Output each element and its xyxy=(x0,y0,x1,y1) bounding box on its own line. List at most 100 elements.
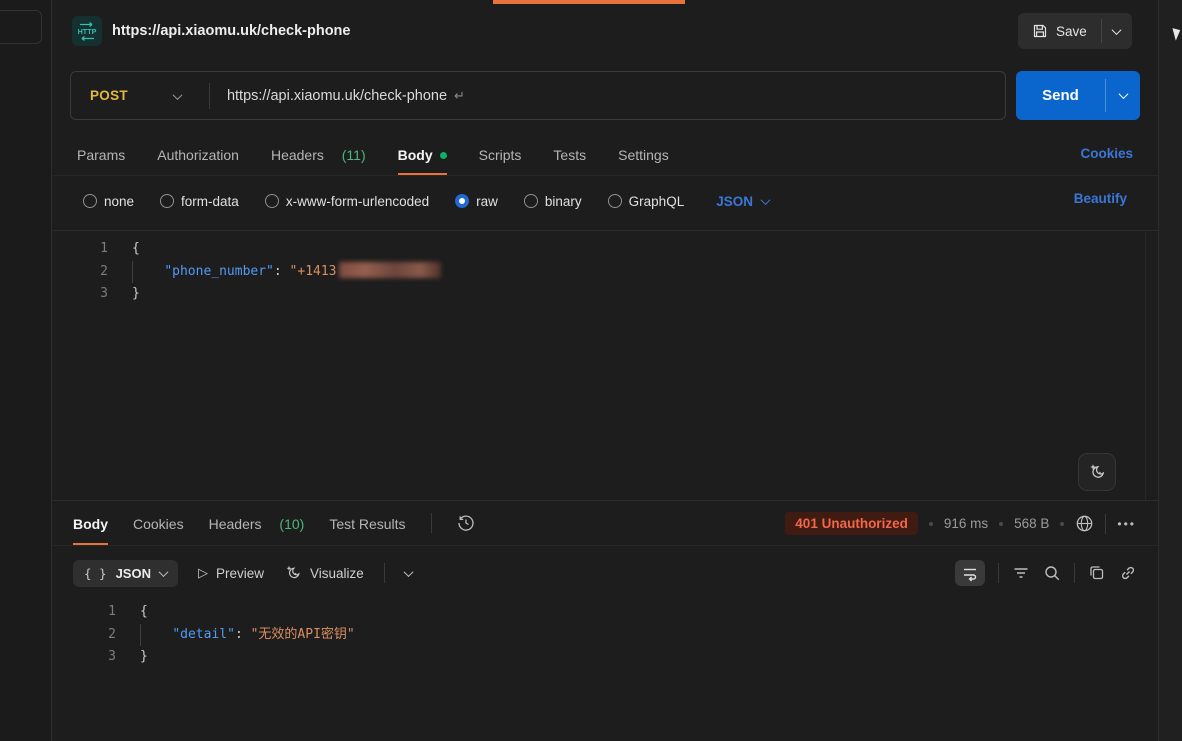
response-code: 1{2 "detail": "无效的API密钥"3} xyxy=(52,601,1145,669)
beautify-link[interactable]: Beautify xyxy=(1074,191,1127,206)
copy-icon xyxy=(1088,564,1106,582)
mode-form-data[interactable]: form-data xyxy=(160,194,239,209)
filter-button[interactable] xyxy=(1012,564,1030,582)
language-dropdown[interactable]: JSON xyxy=(716,194,769,209)
radio-selected-icon xyxy=(455,194,469,208)
request-code: 1{2 "phone_number": "+14133} xyxy=(52,238,1145,306)
enter-hint-icon: ↵ xyxy=(454,88,465,104)
response-tab-body[interactable]: Body xyxy=(73,501,108,545)
cookies-link[interactable]: Cookies xyxy=(1080,146,1133,161)
tab-params[interactable]: Params xyxy=(77,133,125,175)
mode-x-www-form-urlencoded[interactable]: x-www-form-urlencoded xyxy=(265,194,429,209)
tab-label: Body xyxy=(398,147,433,163)
tab-scripts[interactable]: Scripts xyxy=(479,133,522,175)
left-sidebar-rail[interactable] xyxy=(0,0,52,741)
code-token: : xyxy=(235,627,251,642)
request-url-bar: POST https://api.xiaomu.uk/check-phone ↵ xyxy=(70,71,1006,120)
mode-label: x-www-form-urlencoded xyxy=(286,194,429,209)
save-icon xyxy=(1032,23,1048,39)
response-tab-headers[interactable]: Headers (10) xyxy=(209,501,305,545)
preview-button[interactable]: ▷ Preview xyxy=(198,565,264,581)
request-body-editor[interactable]: 1{2 "phone_number": "+14133} xyxy=(52,231,1145,500)
code-line: 1{ xyxy=(52,601,1145,624)
toolbar-chevron-button[interactable] xyxy=(403,567,413,577)
wrap-text-icon xyxy=(961,564,979,582)
tab-tests[interactable]: Tests xyxy=(553,133,586,175)
send-options-button[interactable] xyxy=(1106,71,1140,120)
tab-label: Settings xyxy=(618,147,669,163)
wrap-text-button[interactable] xyxy=(955,560,985,586)
line-number: 2 xyxy=(52,261,108,284)
link-icon xyxy=(1119,564,1137,582)
right-sidebar-rail[interactable] xyxy=(1158,0,1182,741)
tab-settings[interactable]: Settings xyxy=(618,133,669,175)
body-modified-dot xyxy=(440,152,447,159)
code-token: } xyxy=(140,649,148,664)
mode-binary[interactable]: binary xyxy=(524,194,582,209)
code-token: } xyxy=(132,286,140,301)
status-divider xyxy=(1105,514,1106,534)
mode-graphql[interactable]: GraphQL xyxy=(608,194,685,209)
redacted-value xyxy=(339,262,441,278)
mode-label: GraphQL xyxy=(629,194,685,209)
mode-raw[interactable]: raw xyxy=(455,194,498,209)
link-button[interactable] xyxy=(1119,564,1137,582)
more-options-button[interactable]: ••• xyxy=(1117,517,1136,531)
save-split-button: Save xyxy=(1018,13,1132,49)
filter-icon xyxy=(1012,564,1030,582)
visualize-button[interactable]: Visualize xyxy=(284,564,364,582)
tab-label: Test Results xyxy=(329,516,405,532)
method-dropdown-button[interactable] xyxy=(174,87,181,105)
postbot-sparkle-icon xyxy=(1087,462,1107,482)
mode-none[interactable]: none xyxy=(83,194,134,209)
tab-body[interactable]: Body xyxy=(398,133,447,175)
tab-authorization[interactable]: Authorization xyxy=(157,133,239,175)
response-size[interactable]: 568 B xyxy=(1014,516,1049,531)
save-options-button[interactable] xyxy=(1102,13,1132,49)
radio-icon xyxy=(83,194,97,208)
response-status-cluster: 401 Unauthorized 916 ms 568 B ••• xyxy=(785,501,1136,546)
code-token: { xyxy=(140,604,148,619)
save-button[interactable]: Save xyxy=(1018,13,1101,49)
request-title: https://api.xiaomu.uk/check-phone xyxy=(112,23,350,39)
code-line: 3} xyxy=(52,283,1145,306)
copy-button[interactable] xyxy=(1088,564,1106,582)
radio-icon xyxy=(524,194,538,208)
visualize-label: Visualize xyxy=(310,566,364,581)
response-body-editor[interactable]: 1{2 "detail": "无效的API密钥"3} xyxy=(52,596,1145,741)
send-button[interactable]: Send xyxy=(1016,71,1105,120)
tab-headers[interactable]: Headers (11) xyxy=(271,133,366,175)
sidebar-collapsed-item[interactable] xyxy=(0,10,42,44)
code-token: "+1413 xyxy=(290,264,337,279)
code-line: 2 "detail": "无效的API密钥" xyxy=(52,624,1145,647)
tab-label: Authorization xyxy=(157,147,239,163)
method-selector[interactable]: POST xyxy=(71,88,128,103)
radio-icon xyxy=(608,194,622,208)
chevron-down-icon xyxy=(1112,25,1122,35)
url-divider xyxy=(209,83,210,109)
network-info-button[interactable] xyxy=(1075,514,1094,533)
status-badge[interactable]: 401 Unauthorized xyxy=(785,512,918,535)
code-line: 3} xyxy=(52,646,1145,669)
code-token: { xyxy=(132,241,140,256)
chevron-down-icon xyxy=(1118,89,1128,99)
chevron-down-icon xyxy=(159,567,169,577)
chevron-down-icon xyxy=(761,195,771,205)
postbot-button[interactable] xyxy=(1078,453,1116,491)
search-button[interactable] xyxy=(1043,564,1061,582)
tab-label: Headers xyxy=(271,147,324,163)
response-tab-cookies[interactable]: Cookies xyxy=(133,501,184,545)
response-time[interactable]: 916 ms xyxy=(944,516,988,531)
preview-label: Preview xyxy=(216,566,264,581)
response-format-dropdown[interactable]: { } JSON xyxy=(73,560,178,587)
body-mode-row: none form-data x-www-form-urlencoded raw… xyxy=(52,182,1158,220)
mode-label: none xyxy=(104,194,134,209)
url-input[interactable]: https://api.xiaomu.uk/check-phone xyxy=(227,88,447,104)
request-tabs: Params Authorization Headers (11) Body S… xyxy=(52,133,1158,176)
svg-text:HTTP: HTTP xyxy=(78,27,97,36)
response-tab-test-results[interactable]: Test Results xyxy=(329,501,405,545)
radio-icon xyxy=(265,194,279,208)
response-history-button[interactable] xyxy=(457,514,475,532)
request-editor-scrollbar[interactable] xyxy=(1145,232,1157,500)
code-token: : xyxy=(274,264,290,279)
